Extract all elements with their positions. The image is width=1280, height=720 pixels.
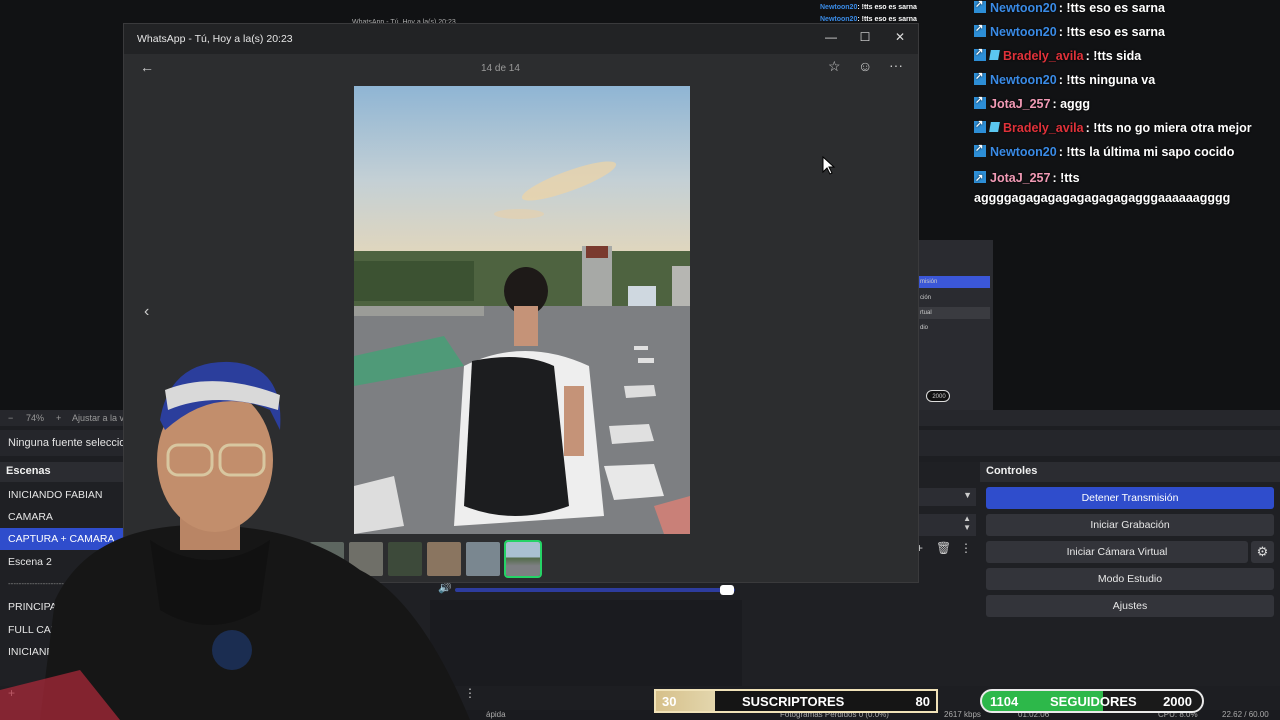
mini-preview-row: misión — [918, 276, 990, 288]
mini-preview-row: rtual — [918, 307, 990, 319]
prime-badge-icon — [974, 23, 986, 37]
thumbnail-selected[interactable] — [504, 540, 542, 578]
studio-mode-button[interactable]: Modo Estudio — [986, 568, 1274, 590]
subscribers-current: 30 — [662, 694, 677, 709]
chat-message: Newtoon20: !tts ninguna va — [974, 71, 1155, 87]
minimize-icon[interactable]: — — [821, 30, 841, 44]
prime-badge-icon — [974, 169, 986, 189]
volume-slider-track[interactable] — [455, 588, 735, 592]
more-icon[interactable]: ··· — [889, 57, 903, 73]
media-counter: 14 de 14 — [481, 63, 520, 74]
emoji-icon[interactable]: ☺ — [858, 58, 872, 74]
chat-message: Newtoon20: !tts la última mi sapo cocido — [974, 143, 1234, 159]
screen: WhatsApp - Tú, Hoy a la(s) 20:23 Newtoon… — [0, 0, 1280, 720]
status-misc: ápida — [486, 710, 506, 719]
chat-message: Bradely_avila: !tts sida — [974, 47, 1141, 63]
status-bitrate: 2617 kbps — [944, 710, 981, 719]
chevron-down-icon: ▼ — [963, 490, 972, 500]
followers-label: SEGUIDORES — [1050, 694, 1137, 709]
followers-current: 1104 — [990, 694, 1019, 709]
arrow-left-icon[interactable]: ← — [140, 59, 154, 75]
prime-badge-icon — [974, 119, 986, 133]
subscribers-goal-bar: 30 SUSCRIPTORES 80 — [654, 689, 938, 713]
chat-message: Bradely_avila: !tts no go miera otra mej… — [974, 119, 1252, 135]
maximize-icon[interactable]: ☐ — [855, 30, 875, 44]
prime-badge-icon — [974, 71, 986, 85]
followers-target: 2000 — [1163, 694, 1192, 709]
mouse-cursor-icon — [822, 156, 836, 175]
stop-stream-button[interactable]: Detener Transmisión — [986, 487, 1274, 509]
followers-goal-bar: 1104 SEGUIDORES 2000 — [980, 689, 1204, 713]
mini-chat-line: Newtoon20: !tts eso es sarna — [820, 4, 917, 11]
mini-preview-bitrate: 2000 — [926, 390, 950, 402]
volume-slider-handle[interactable] — [720, 585, 734, 595]
settings-button[interactable]: Ajustes — [986, 595, 1274, 617]
chat-message: Newtoon20: !tts eso es sarna — [974, 23, 1165, 39]
chat-message: JotaJ_257: !tts aggggagagagagagagagagagg… — [974, 168, 1264, 208]
webcam-image — [0, 361, 470, 720]
trash-icon[interactable]: 🗑 — [936, 541, 951, 555]
viewer-toolbar — [124, 54, 918, 84]
prime-badge-icon — [974, 95, 986, 109]
transition-duration-spinner[interactable]: ▲ ▼ — [918, 514, 976, 536]
chat-message: JotaJ_257: aggg — [974, 95, 1090, 111]
diamond-badge-icon — [989, 122, 1000, 132]
diamond-badge-icon — [989, 50, 1000, 60]
chat-message: Newtoon20: !tts eso es sarna — [974, 0, 1165, 15]
close-icon[interactable]: ✕ — [890, 30, 910, 44]
start-recording-button[interactable]: Iniciar Grabación — [986, 514, 1274, 536]
prime-badge-icon — [974, 47, 986, 61]
chat-overlay: Newtoon20: !tts eso es sarna Newtoon20: … — [970, 0, 1280, 220]
subscribers-target: 80 — [915, 694, 930, 709]
subscribers-label: SUSCRIPTORES — [742, 694, 845, 709]
gear-icon[interactable]: ⚙ — [1251, 541, 1274, 563]
start-virtual-camera-button[interactable]: Iniciar Cámara Virtual — [986, 541, 1248, 563]
star-icon[interactable]: ☆ — [828, 58, 841, 75]
mini-preview-row: dio — [920, 325, 929, 331]
chevron-left-icon[interactable]: ‹ — [144, 303, 149, 321]
window-titlebar: WhatsApp - Tú, Hoy a la(s) 20:23 — ☐ ✕ — [124, 24, 918, 54]
more-vertical-icon[interactable]: ⋮ — [960, 541, 972, 555]
controls-header: Controles — [980, 462, 1280, 482]
mini-preview-row: ción — [920, 295, 932, 301]
transition-select[interactable]: ▼ — [918, 488, 976, 506]
status-fps: 22.62 / 60.00 FPS — [1222, 710, 1269, 720]
prime-badge-icon — [974, 0, 986, 13]
obs-mini-preview: misión ción rtual dio 2000 — [918, 240, 993, 410]
prime-badge-icon — [974, 143, 986, 157]
window-title: WhatsApp - Tú, Hoy a la(s) 20:23 — [137, 33, 293, 45]
streamer-webcam — [0, 350, 480, 720]
